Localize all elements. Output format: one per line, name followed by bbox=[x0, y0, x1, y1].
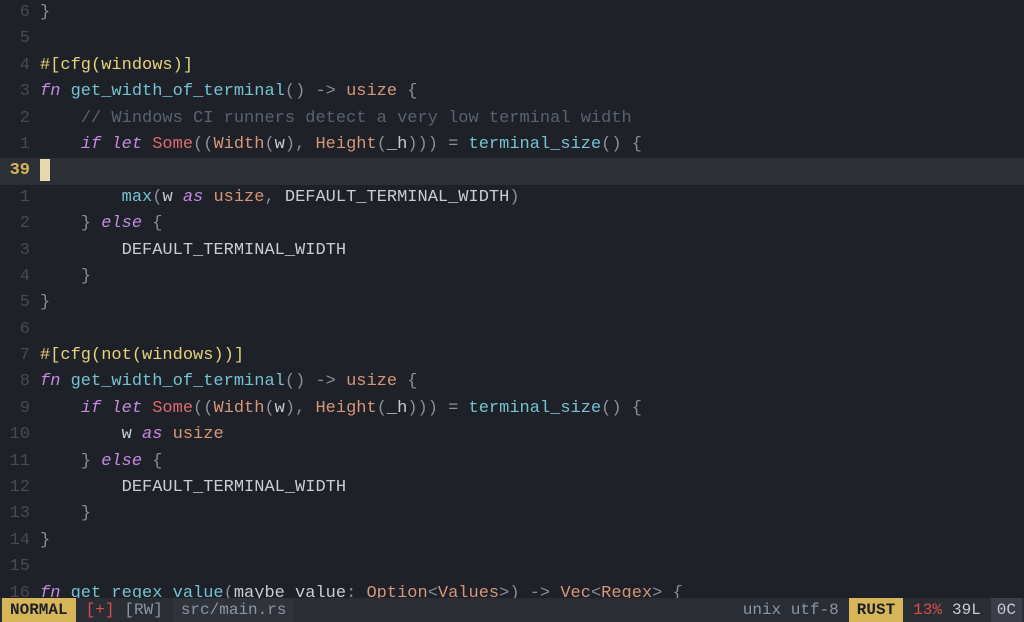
code-line: 7 #[cfg(not(windows))] bbox=[0, 343, 1024, 369]
gutter-number: 7 bbox=[0, 343, 40, 369]
code-area[interactable]: 6 } 5 4 #[cfg(windows)] 3 fn get_width_o… bbox=[0, 0, 1024, 598]
variant-some: Some bbox=[152, 135, 193, 154]
code-line: 16 fn get_regex_value(maybe_value: Optio… bbox=[0, 581, 1024, 598]
gutter-number: 16 bbox=[0, 581, 40, 598]
gutter-number: 2 bbox=[0, 211, 40, 237]
code-line: 6 bbox=[0, 317, 1024, 343]
gutter-number: 10 bbox=[0, 422, 40, 448]
gutter-number: 1 bbox=[0, 132, 40, 158]
editor-root: 6 } 5 4 #[cfg(windows)] 3 fn get_width_o… bbox=[0, 0, 1024, 622]
status-bar: NORMAL [+] [RW] src/main.rs unix utf-8 R… bbox=[0, 598, 1024, 622]
keyword-if: if bbox=[81, 135, 101, 154]
comment: // Windows CI runners detect a very low … bbox=[81, 109, 632, 128]
fn-call-terminal-size: terminal_size bbox=[469, 135, 602, 154]
code-line: 2 } else { bbox=[0, 211, 1024, 237]
code-line: 8 fn get_width_of_terminal() -> usize { bbox=[0, 369, 1024, 395]
code-line: 2 // Windows CI runners detect a very lo… bbox=[0, 106, 1024, 132]
status-file: src/main.rs bbox=[173, 598, 295, 622]
gutter-number: 15 bbox=[0, 554, 40, 580]
gutter-number: 1 bbox=[0, 185, 40, 211]
code-line: 6 } bbox=[0, 0, 1024, 26]
attribute: #[cfg(not(windows))] bbox=[40, 346, 244, 365]
function-name: get_regex_value bbox=[71, 584, 224, 598]
param-maybe-value: maybe_value bbox=[234, 584, 346, 598]
code-line: 13 } bbox=[0, 501, 1024, 527]
code-line: 1 if let Some((Width(w), Height(_h))) = … bbox=[0, 132, 1024, 158]
status-encoding: unix utf-8 bbox=[743, 598, 839, 622]
function-name: get_width_of_terminal bbox=[71, 82, 285, 101]
gutter-number: 14 bbox=[0, 528, 40, 554]
gutter-number: 11 bbox=[0, 449, 40, 475]
const-default-width: DEFAULT_TERMINAL_WIDTH bbox=[122, 241, 346, 260]
gutter-number: 8 bbox=[0, 369, 40, 395]
status-mode: NORMAL bbox=[2, 598, 76, 622]
status-rw: [RW] bbox=[124, 598, 162, 622]
code-line: 11 } else { bbox=[0, 449, 1024, 475]
code-line: 3 fn get_width_of_terminal() -> usize { bbox=[0, 79, 1024, 105]
keyword-else: else bbox=[101, 214, 142, 233]
status-column: 0C bbox=[991, 598, 1022, 622]
code-line: 5 } bbox=[0, 290, 1024, 316]
code-line: 10 w as usize bbox=[0, 422, 1024, 448]
gutter-number: 12 bbox=[0, 475, 40, 501]
code-line: 15 bbox=[0, 554, 1024, 580]
status-percent: 13% bbox=[913, 598, 942, 622]
gutter-number: 4 bbox=[0, 53, 40, 79]
code-line: 4 } bbox=[0, 264, 1024, 290]
gutter-number: 3 bbox=[0, 79, 40, 105]
code-line: 5 bbox=[0, 26, 1024, 52]
fn-call-max: max bbox=[122, 188, 153, 207]
attribute: #[cfg(windows)] bbox=[40, 56, 193, 75]
gutter-number: 9 bbox=[0, 396, 40, 422]
cursor bbox=[40, 159, 50, 181]
keyword-let: let bbox=[111, 135, 142, 154]
status-lines: 39L bbox=[952, 598, 981, 622]
gutter-number: 13 bbox=[0, 501, 40, 527]
gutter-number: 4 bbox=[0, 264, 40, 290]
status-filetype: RUST bbox=[849, 598, 903, 622]
code-line: 12 DEFAULT_TERMINAL_WIDTH bbox=[0, 475, 1024, 501]
brace-close: } bbox=[40, 3, 50, 22]
gutter-number: 5 bbox=[0, 26, 40, 52]
code-line: 4 #[cfg(windows)] bbox=[0, 53, 1024, 79]
gutter-number: 5 bbox=[0, 290, 40, 316]
keyword-fn: fn bbox=[40, 82, 60, 101]
code-line: 14 } bbox=[0, 528, 1024, 554]
const-default-width: DEFAULT_TERMINAL_WIDTH bbox=[285, 188, 509, 207]
type-usize: usize bbox=[346, 82, 397, 101]
gutter-number: 3 bbox=[0, 238, 40, 264]
keyword-as: as bbox=[183, 188, 203, 207]
code-line: 1 max(w as usize, DEFAULT_TERMINAL_WIDTH… bbox=[0, 185, 1024, 211]
gutter-number-current: 39 bbox=[0, 158, 40, 184]
code-line: 9 if let Some((Width(w), Height(_h))) = … bbox=[0, 396, 1024, 422]
gutter-number: 6 bbox=[0, 0, 40, 26]
code-line-current: 39 bbox=[0, 158, 1024, 184]
gutter-number: 6 bbox=[0, 317, 40, 343]
code-line: 3 DEFAULT_TERMINAL_WIDTH bbox=[0, 238, 1024, 264]
gutter-number: 2 bbox=[0, 106, 40, 132]
status-modified: [+] bbox=[86, 598, 115, 622]
